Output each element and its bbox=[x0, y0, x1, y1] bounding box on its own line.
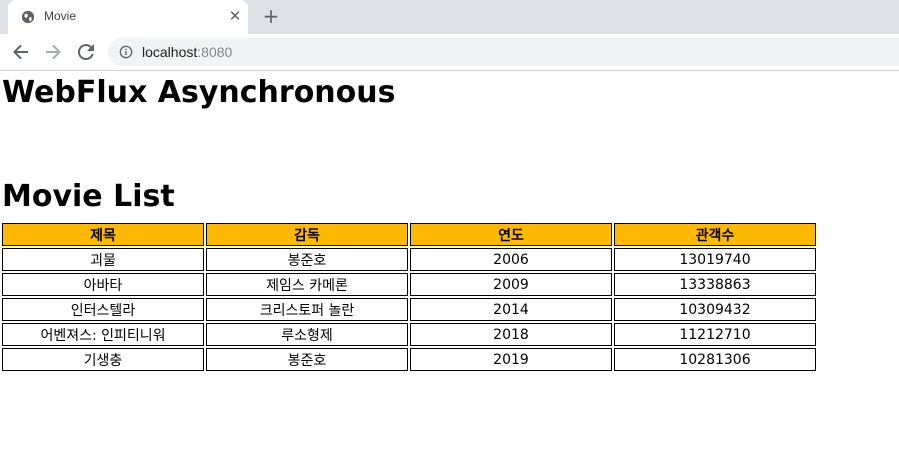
cell-director: 봉준호 bbox=[206, 248, 408, 271]
cell-title: 아바타 bbox=[2, 273, 204, 296]
back-arrow-icon[interactable] bbox=[9, 40, 33, 64]
column-header-year: 연도 bbox=[410, 223, 612, 246]
table-row: 인터스텔라 크리스토퍼 놀란 2014 10309432 bbox=[2, 298, 816, 321]
page-title: WebFlux Asynchronous bbox=[2, 75, 396, 110]
column-header-audience: 관객수 bbox=[614, 223, 816, 246]
cell-director: 루소형제 bbox=[206, 323, 408, 346]
table-row: 기생충 봉준호 2019 10281306 bbox=[2, 348, 816, 371]
cell-title: 괴물 bbox=[2, 248, 204, 271]
cell-year: 2006 bbox=[410, 248, 612, 271]
cell-year: 2014 bbox=[410, 298, 612, 321]
browser-chrome: Movie ✕ + localhost:8080 bbox=[0, 0, 899, 71]
close-icon[interactable]: ✕ bbox=[227, 8, 243, 24]
url-port: :8080 bbox=[197, 44, 233, 60]
url-text: localhost:8080 bbox=[142, 44, 232, 60]
cell-audience: 10281306 bbox=[614, 348, 816, 371]
section-title: Movie List bbox=[2, 179, 175, 214]
forward-arrow-icon[interactable] bbox=[41, 40, 65, 64]
cell-director: 크리스토퍼 놀란 bbox=[206, 298, 408, 321]
cell-audience: 10309432 bbox=[614, 298, 816, 321]
info-icon[interactable] bbox=[119, 45, 133, 59]
cell-audience: 13019740 bbox=[614, 248, 816, 271]
column-header-director: 감독 bbox=[206, 223, 408, 246]
cell-audience: 13338863 bbox=[614, 273, 816, 296]
tab-title: Movie bbox=[44, 9, 77, 23]
table-row: 괴물 봉준호 2006 13019740 bbox=[2, 248, 816, 271]
cell-year: 2009 bbox=[410, 273, 612, 296]
cell-year: 2019 bbox=[410, 348, 612, 371]
table-row: 어벤져스: 인피티니워 루소형제 2018 11212710 bbox=[2, 323, 816, 346]
cell-title: 어벤져스: 인피티니워 bbox=[2, 323, 204, 346]
cell-title: 기생충 bbox=[2, 348, 204, 371]
new-tab-button[interactable]: + bbox=[262, 6, 280, 26]
globe-icon bbox=[21, 10, 35, 24]
cell-director: 제임스 카메론 bbox=[206, 273, 408, 296]
browser-toolbar: localhost:8080 bbox=[0, 34, 899, 71]
cell-year: 2018 bbox=[410, 323, 612, 346]
url-host: localhost bbox=[142, 44, 198, 60]
movie-table: 제목 감독 연도 관객수 괴물 봉준호 2006 13019740 아바타 제임… bbox=[0, 221, 818, 373]
cell-audience: 11212710 bbox=[614, 323, 816, 346]
table-row: 아바타 제임스 카메론 2009 13338863 bbox=[2, 273, 816, 296]
reload-icon[interactable] bbox=[74, 40, 98, 64]
cell-title: 인터스텔라 bbox=[2, 298, 204, 321]
address-bar[interactable]: localhost:8080 bbox=[108, 38, 899, 66]
table-header-row: 제목 감독 연도 관객수 bbox=[2, 223, 816, 246]
cell-director: 봉준호 bbox=[206, 348, 408, 371]
column-header-title: 제목 bbox=[2, 223, 204, 246]
tab-movie[interactable]: Movie ✕ bbox=[8, 0, 248, 34]
tab-bar: Movie ✕ + bbox=[0, 0, 899, 34]
